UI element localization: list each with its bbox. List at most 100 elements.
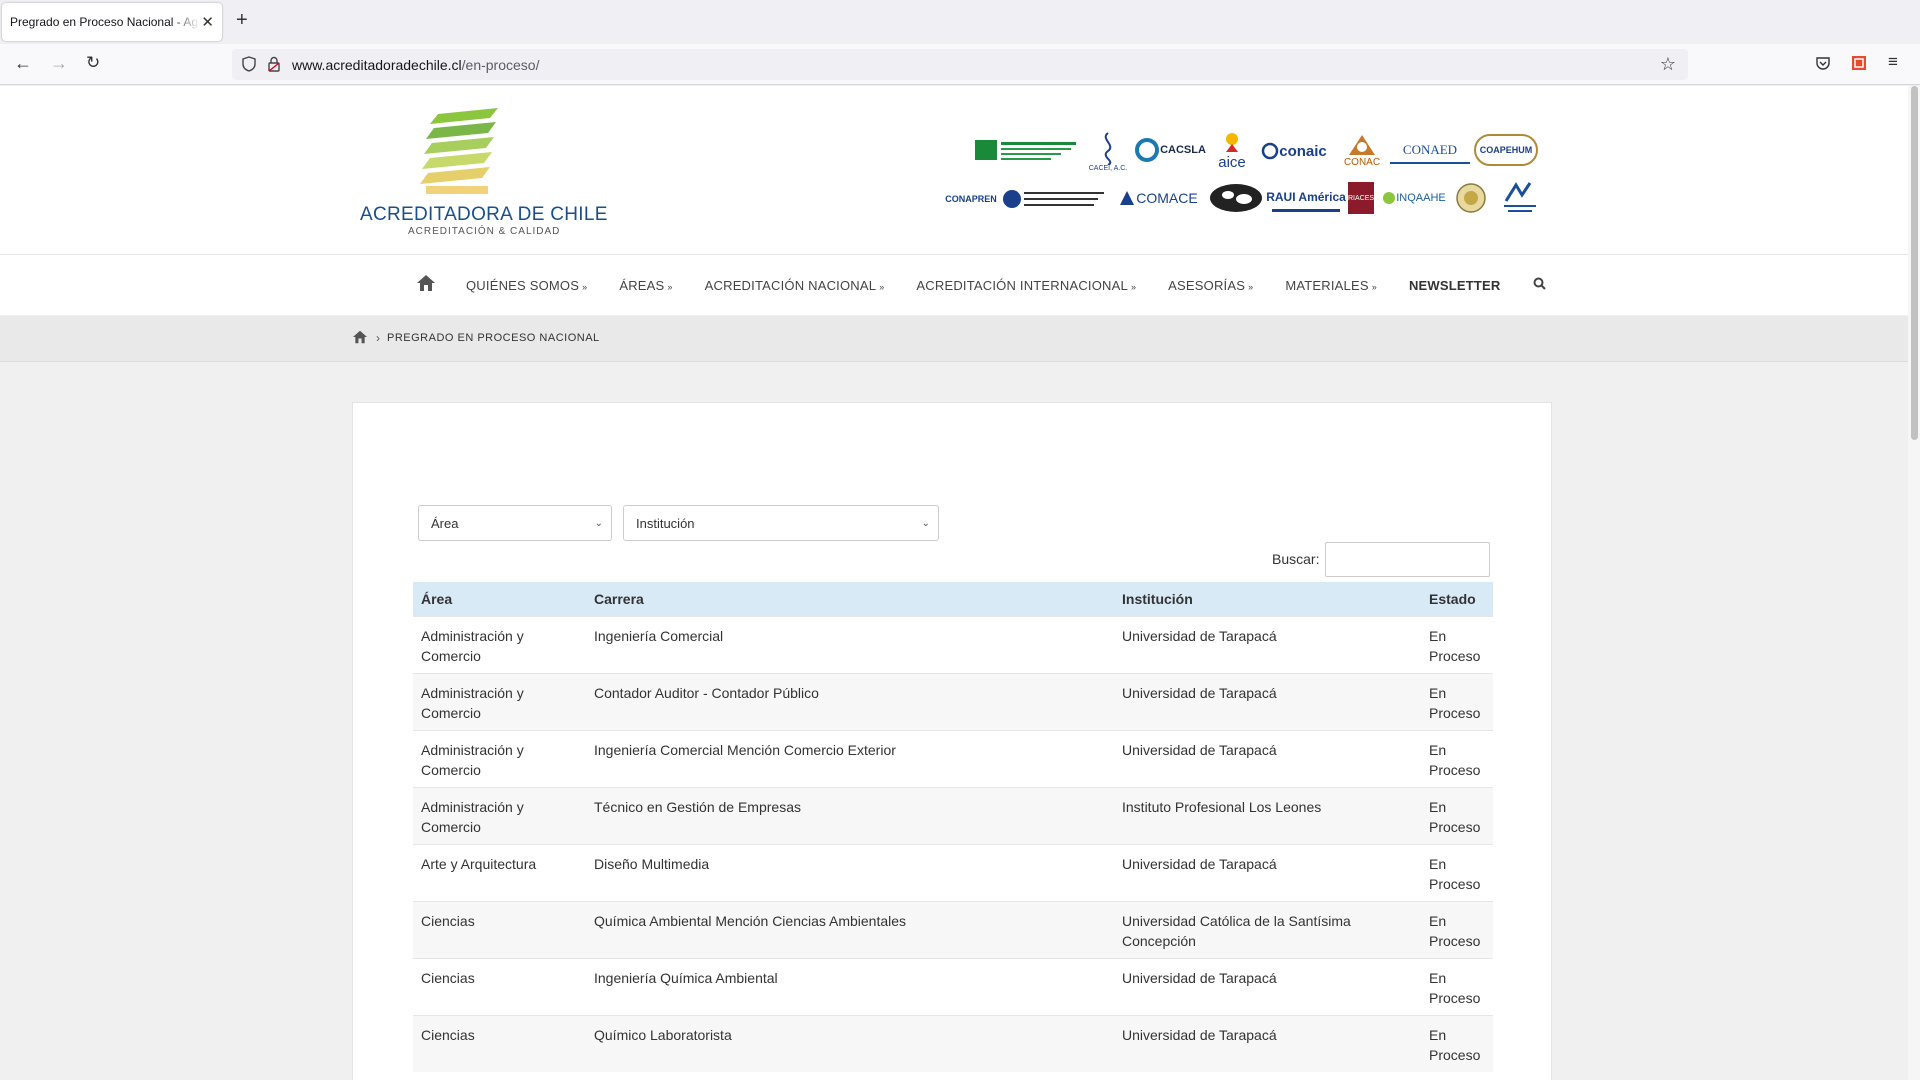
partner-logo-andalucia[interactable]: [975, 136, 1080, 164]
url-text: www.acreditadoradechile.cl/en-proceso/: [292, 57, 540, 73]
back-icon[interactable]: ←: [14, 53, 32, 74]
nav-materiales[interactable]: MATERIALES»: [1285, 278, 1377, 293]
scrollbar-thumb[interactable]: [1911, 86, 1918, 440]
tab-bar: Pregrado en Proceso Nacional - Agencia A…: [0, 0, 1920, 44]
forward-icon[interactable]: →: [50, 53, 68, 74]
browser-toolbar: ← → ↻ www.acreditadoradechile.cl/en-proc…: [0, 44, 1920, 85]
partner-logo-riaces[interactable]: RIACES: [1348, 182, 1374, 214]
table-row: Ciencias Químico Laboratorista Universidad…: [413, 1014, 1493, 1072]
cell-estado: En Proceso: [1421, 900, 1493, 958]
nav-acreditacion-internacional[interactable]: ACREDITACIÓN INTERNACIONAL»: [916, 278, 1136, 293]
chevron-down-icon: ⌄: [921, 518, 930, 529]
content-card: Área ⌄ Institución ⌄ Buscar: Área Carrer…: [352, 402, 1552, 1080]
column-header-carrera[interactable]: Carrera: [586, 582, 1114, 616]
search-icon[interactable]: [1533, 277, 1546, 295]
nav-newsletter[interactable]: NEWSLETTER: [1409, 278, 1501, 293]
menu-icon[interactable]: ≡: [1888, 52, 1898, 72]
cell-estado: En Proceso: [1421, 615, 1493, 673]
cell-carrera: Técnico en Gestión de Empresas: [586, 786, 1114, 844]
partner-logo-conac[interactable]: CONAC: [1340, 128, 1384, 172]
cell-area: Ciencias: [413, 957, 586, 1015]
url-bar[interactable]: www.acreditadoradechile.cl/en-proceso/ ☆: [232, 49, 1688, 80]
partner-logo-oea[interactable]: [1450, 180, 1492, 216]
cell-carrera: Químico Laboratorista: [586, 1014, 1114, 1072]
nav-quienes-somos[interactable]: QUIÉNES SOMOS»: [466, 278, 587, 293]
cell-estado: En Proceso: [1421, 786, 1493, 844]
chevron-down-icon: »: [1248, 282, 1254, 292]
partner-logo-conapren[interactable]: CONAPREN: [945, 182, 997, 216]
cell-carrera: Ingeniería Química Ambiental: [586, 957, 1114, 1015]
table-row: Ciencias Ingeniería Química Ambiental Univ…: [413, 957, 1493, 1015]
pocket-icon[interactable]: [1815, 55, 1831, 76]
partner-logo-comace[interactable]: COMACE: [1116, 184, 1200, 212]
cell-institucion: Universidad Católica de la Santísima Con…: [1114, 900, 1421, 958]
institucion-select[interactable]: Institución ⌄: [623, 505, 939, 541]
nav-asesorias[interactable]: ASESORÍAS»: [1168, 278, 1253, 293]
cell-area: Arte y Arquitectura: [413, 843, 586, 901]
reload-icon[interactable]: ↻: [86, 53, 100, 73]
shield-icon[interactable]: [242, 56, 256, 77]
nav-areas[interactable]: ÁREAS»: [619, 278, 672, 293]
table-row: Administración y Comercio Técnico en Gest…: [413, 786, 1493, 844]
site-header: ACREDITADORA DE CHILE ACREDITACIÓN & CAL…: [0, 86, 1908, 254]
page-scrollbar[interactable]: [1908, 86, 1920, 1080]
column-header-institucion[interactable]: Institución: [1114, 582, 1421, 616]
partner-logo-cna[interactable]: [1498, 180, 1542, 216]
cell-institucion: Universidad de Tarapacá: [1114, 957, 1421, 1015]
cell-estado: En Proceso: [1421, 843, 1493, 901]
new-tab-icon[interactable]: +: [236, 10, 248, 30]
partner-logo-inqaahe[interactable]: INQAAHE: [1382, 184, 1446, 212]
partner-logo-cacsla[interactable]: CACSLA: [1134, 134, 1206, 166]
cell-area: Administración y Comercio: [413, 672, 586, 730]
partner-logo-raui[interactable]: RAUI América: [1266, 184, 1346, 212]
cell-area: Administración y Comercio: [413, 729, 586, 787]
browser-tab[interactable]: Pregrado en Proceso Nacional - Agencia A…: [2, 3, 222, 41]
lock-icon[interactable]: [268, 56, 280, 77]
table-row: Arte y Arquitectura Diseño Multimedia Univ…: [413, 843, 1493, 901]
cell-institucion: Universidad de Tarapacá: [1114, 615, 1421, 673]
table-row: Ciencias Química Ambiental Mención Cienci…: [413, 900, 1493, 958]
close-tab-icon[interactable]: ✕: [201, 13, 214, 31]
home-icon[interactable]: [416, 274, 436, 297]
cell-carrera: Contador Auditor - Contador Público: [586, 672, 1114, 730]
logo-subtitle: ACREDITACIÓN & CALIDAD: [408, 226, 561, 237]
partner-logo-conaed[interactable]: CONAED: [1390, 138, 1470, 164]
cell-area: Ciencias: [413, 1014, 586, 1072]
partner-logo-cacei[interactable]: CACEI, A.C.: [1088, 126, 1128, 176]
area-select[interactable]: Área ⌄: [418, 505, 612, 541]
tab-title: Pregrado en Proceso Nacional - Agencia A…: [10, 15, 200, 29]
cell-estado: En Proceso: [1421, 957, 1493, 1015]
chevron-down-icon: »: [582, 282, 588, 292]
partner-logo-globe[interactable]: [1208, 182, 1264, 214]
cell-carrera: Diseño Multimedia: [586, 843, 1114, 901]
breadcrumb-current: PREGRADO EN PROCESO NACIONAL: [387, 332, 600, 344]
breadcrumb: › PREGRADO EN PROCESO NACIONAL: [0, 316, 1908, 362]
main-navigation: QUIÉNES SOMOS» ÁREAS» ACREDITACIÓN NACIO…: [0, 254, 1908, 315]
chevron-down-icon: »: [1371, 282, 1377, 292]
chevron-down-icon: ⌄: [594, 518, 603, 529]
breadcrumb-separator: ›: [376, 331, 380, 345]
column-header-estado[interactable]: Estado: [1421, 582, 1493, 616]
search-input[interactable]: [1325, 542, 1490, 577]
nav-acreditacion-nacional[interactable]: ACREDITACIÓN NACIONAL»: [705, 278, 885, 293]
bookmark-star-icon[interactable]: ☆: [1660, 54, 1676, 75]
cell-carrera: Ingeniería Comercial: [586, 615, 1114, 673]
column-header-area[interactable]: Área: [413, 582, 586, 616]
extension-icon[interactable]: [1851, 55, 1867, 76]
table-row: Administración y Comercio Contador Audito…: [413, 672, 1493, 730]
cell-estado: En Proceso: [1421, 672, 1493, 730]
partner-logo-aice[interactable]: aice: [1212, 128, 1252, 174]
cell-institucion: Universidad de Tarapacá: [1114, 843, 1421, 901]
breadcrumb-home-icon[interactable]: [352, 330, 368, 349]
table-row: Administración y Comercio Ingeniería Come…: [413, 615, 1493, 673]
cell-carrera: Ingeniería Comercial Mención Comercio Ex…: [586, 729, 1114, 787]
cell-institucion: Instituto Profesional Los Leones: [1114, 786, 1421, 844]
partner-logo-conaic[interactable]: conaic: [1258, 134, 1330, 168]
partner-logo-coapehum[interactable]: COAPEHUM: [1474, 134, 1538, 166]
cell-estado: En Proceso: [1421, 729, 1493, 787]
partner-logo-comeaef[interactable]: [1002, 186, 1108, 212]
chevron-down-icon: »: [667, 282, 673, 292]
search-label: Buscar:: [1272, 551, 1320, 567]
site-logo[interactable]: ACREDITADORA DE CHILE ACREDITACIÓN & CAL…: [360, 108, 607, 237]
careers-table: Área Carrera Institución Estado Administ…: [413, 582, 1493, 1072]
